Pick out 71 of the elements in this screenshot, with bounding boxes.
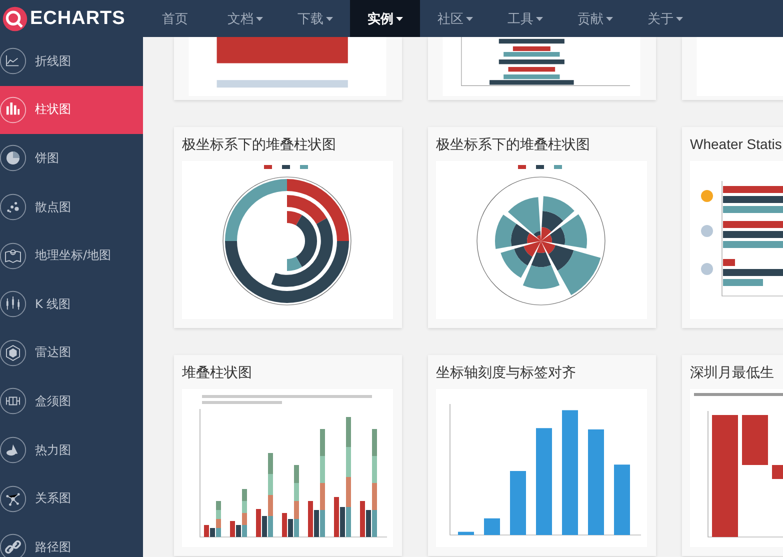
bar	[510, 471, 526, 535]
nav-link[interactable]: 关于	[630, 0, 700, 37]
sidebar-item[interactable]: 地理坐标/地图	[0, 231, 143, 280]
graph-chart-icon	[0, 484, 27, 513]
bar	[723, 241, 783, 248]
bar	[723, 196, 783, 203]
bar	[742, 415, 768, 465]
pie-chart-icon	[0, 144, 27, 172]
sidebar-item[interactable]: 散点图	[0, 182, 143, 232]
cloud-icon	[701, 225, 713, 237]
example-card[interactable]: 堆叠柱状图	[174, 355, 402, 556]
bar	[498, 38, 564, 44]
bar	[723, 231, 783, 238]
bar	[723, 206, 783, 213]
scatter-chart-icon	[0, 193, 27, 222]
cloud-icon	[701, 263, 713, 275]
example-card[interactable]: Wheater Statis	[682, 127, 783, 328]
card-title[interactable]: 极坐标系下的堆叠柱状图	[436, 127, 648, 161]
legend-swatch	[282, 165, 290, 169]
sidebar-item[interactable]: 关系图	[0, 474, 143, 523]
bar	[508, 66, 556, 72]
card-title[interactable]: 深圳月最低生	[690, 355, 783, 389]
nav-link[interactable]: 社区	[420, 0, 490, 37]
card-title[interactable]: 堆叠柱状图	[182, 355, 394, 389]
boxplot-chart-icon	[0, 387, 27, 416]
bar	[614, 464, 630, 535]
logo-text[interactable]: ECHARTS	[30, 8, 126, 30]
candlestick-chart-icon	[0, 290, 27, 318]
bar	[458, 532, 474, 535]
map-chart-icon	[0, 242, 27, 270]
heatmap-chart-icon	[0, 436, 27, 464]
nav-link[interactable]: 首页	[140, 0, 210, 37]
radar-chart-icon	[0, 338, 27, 367]
bar	[723, 259, 735, 266]
logo-icon	[2, 6, 28, 32]
legend-swatch	[518, 165, 526, 169]
legend-swatch	[536, 165, 544, 169]
bar	[498, 59, 564, 64]
link-chart-icon	[0, 533, 27, 557]
card-title[interactable]: Wheater Statis	[690, 127, 783, 161]
sidebar-item[interactable]: 饼图	[0, 134, 143, 183]
nav-link[interactable]: 下载	[280, 0, 350, 37]
nav-link[interactable]: 实例	[350, 0, 420, 37]
bar	[723, 279, 763, 286]
example-card[interactable]: 极坐标系下的堆叠柱状图	[174, 127, 402, 328]
sidebar-item[interactable]: 路径图	[0, 522, 143, 557]
line-chart-icon	[0, 47, 27, 76]
bar-chart-icon	[0, 96, 27, 124]
nav-link[interactable]: 文档	[210, 0, 280, 37]
legend-swatch	[300, 165, 308, 169]
card-title[interactable]: 极坐标系下的堆叠柱状图	[182, 127, 394, 161]
sidebar-item[interactable]: K 线图	[0, 280, 143, 329]
legend-swatch	[554, 165, 562, 169]
sidebar-item[interactable]: 热力图	[0, 426, 143, 474]
bar	[723, 186, 783, 193]
bar	[723, 221, 783, 228]
nav-link[interactable]: 工具	[490, 0, 560, 37]
bar	[772, 465, 783, 479]
sidebar-item[interactable]: 折线图	[0, 37, 143, 86]
bar	[484, 518, 500, 535]
card-title[interactable]: 坐标轴刻度与标签对齐	[436, 355, 648, 389]
sidebar-item[interactable]: 盒须图	[0, 377, 143, 426]
example-card[interactable]: 坐标轴刻度与标签对齐	[428, 355, 656, 556]
sidebar-item[interactable]: 柱状图	[0, 86, 143, 134]
sun-icon	[701, 190, 713, 202]
example-card[interactable]: 极坐标系下的堆叠柱状图	[428, 127, 656, 328]
nav-link[interactable]: 贡献	[560, 0, 630, 37]
legend-swatch	[264, 165, 272, 169]
sidebar-item[interactable]: 雷达图	[0, 328, 143, 378]
example-card[interactable]: 深圳月最低生	[682, 355, 783, 556]
bar	[723, 269, 783, 276]
